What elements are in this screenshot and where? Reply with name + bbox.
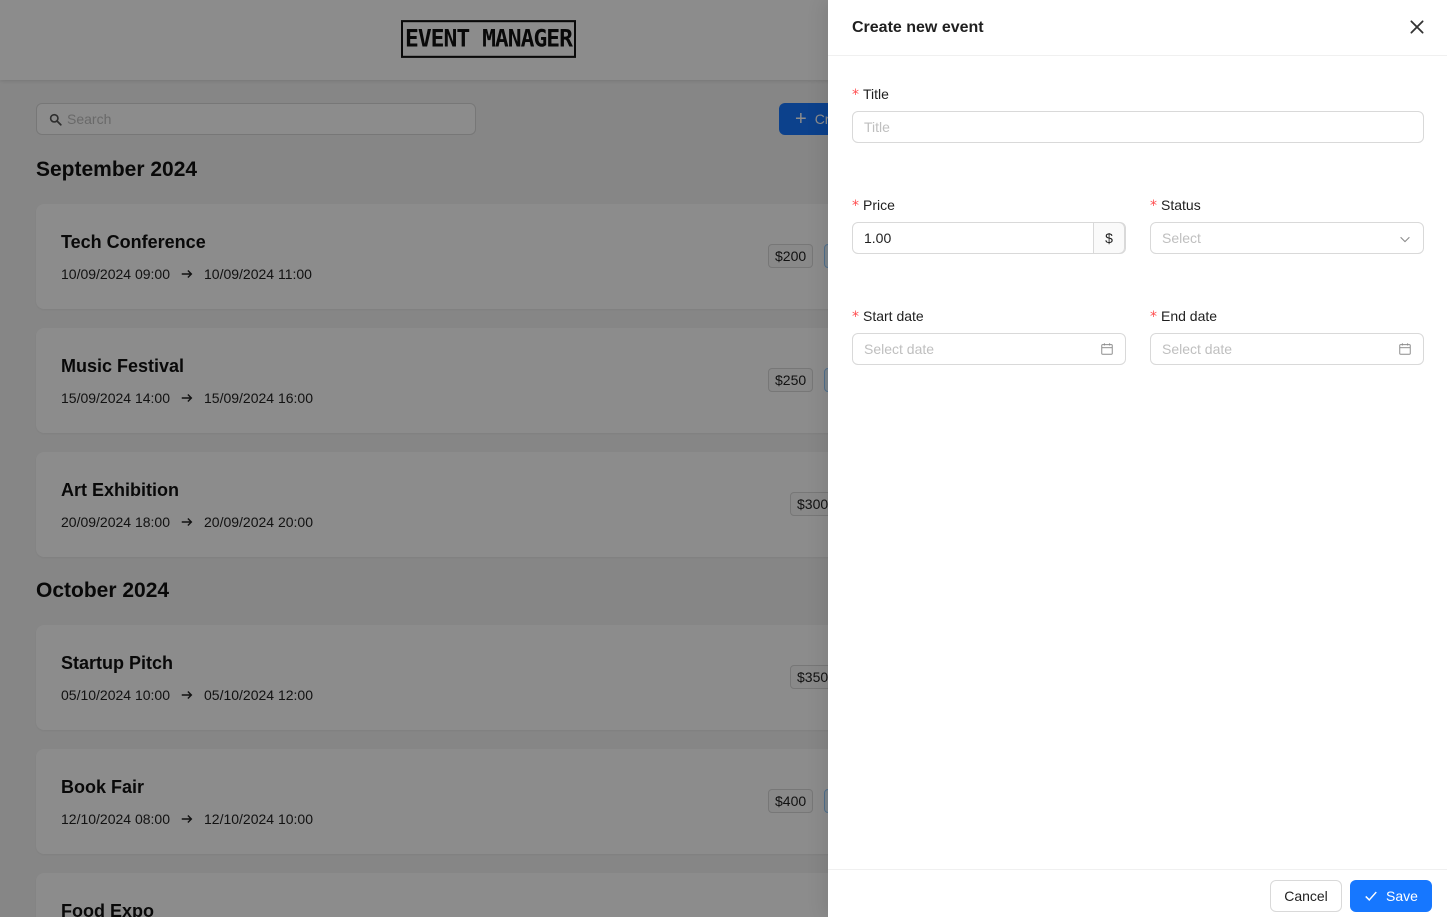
price-label: * Price [852,197,895,214]
drawer-header: Create new event [828,0,1447,56]
start-date-picker[interactable]: Select date [852,333,1126,365]
start-date-placeholder: Select date [864,341,935,357]
drawer-footer: Cancel Save [828,869,1447,917]
close-icon[interactable] [1408,18,1426,36]
status-placeholder: Select [1162,230,1201,246]
check-icon [1365,891,1377,902]
calendar-icon [1399,343,1411,355]
required-mark: * [852,87,859,103]
status-label: * Status [1150,197,1201,214]
price-input[interactable] [864,230,1094,246]
end-date-placeholder: Select date [1162,341,1233,357]
end-date-label-text: End date [1161,308,1218,324]
price-field[interactable]: $ [852,222,1126,254]
start-date-label: * Start date [852,308,924,325]
required-mark: * [852,198,859,214]
required-mark: * [1150,309,1157,325]
required-mark: * [1150,198,1157,214]
required-mark: * [852,309,859,325]
title-label-text: Title [863,86,889,102]
chevron-down-icon [1400,236,1410,243]
save-button[interactable]: Save [1350,880,1432,912]
title-input[interactable] [864,119,1412,135]
end-date-label: * End date [1150,308,1217,325]
cancel-button[interactable]: Cancel [1270,880,1342,912]
status-label-text: Status [1161,197,1201,213]
currency-addon: $ [1093,222,1125,254]
drawer-title: Create new event [852,19,984,36]
title-label: * Title [852,86,889,103]
save-label: Save [1386,888,1418,904]
calendar-icon [1101,343,1113,355]
title-field[interactable] [852,111,1424,143]
create-event-drawer: Create new event *Title *Price $ *Status… [828,0,1447,917]
status-select[interactable]: Select [1150,222,1424,254]
end-date-picker[interactable]: Select date [1150,333,1424,365]
start-date-label-text: Start date [863,308,924,324]
price-label-text: Price [863,197,895,213]
